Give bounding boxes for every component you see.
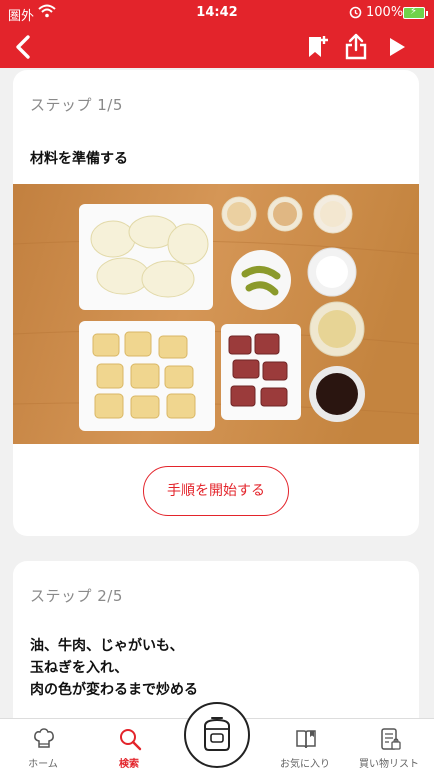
- step-instruction-line: 油、牛肉、じゃがいも、: [30, 638, 184, 654]
- play-icon[interactable]: [386, 34, 408, 60]
- step-instruction-line: 玉ねぎを入れ、: [30, 660, 129, 676]
- step-number-label: ステップ 1/5: [30, 96, 123, 114]
- share-icon[interactable]: [344, 33, 368, 61]
- step-instruction-line: 肉の色が変わるまで炒める: [30, 682, 198, 698]
- tab-label: 検索: [119, 759, 139, 770]
- tab-label: お気に入り: [280, 759, 330, 770]
- shopping-list-icon: [378, 727, 402, 751]
- tab-shopping-list[interactable]: 買い物リスト: [346, 719, 432, 773]
- bookmark-add-icon[interactable]: [306, 34, 330, 60]
- tab-label: 買い物リスト: [359, 759, 419, 770]
- battery-percent: 100%: [366, 5, 404, 20]
- tab-home[interactable]: ホーム: [0, 719, 86, 773]
- tab-label: ホーム: [28, 759, 58, 770]
- open-book-icon: [294, 727, 318, 751]
- alarm-icon: [349, 5, 362, 23]
- battery-icon: ⚡: [403, 6, 428, 19]
- step-title: 材料を準備する: [30, 151, 128, 167]
- chef-hat-icon: [32, 727, 56, 751]
- steps-scroll-area[interactable]: ステップ 1/5 材料を準備する 手順を開始する ステップ 2/5 油、牛肉、じ…: [0, 68, 434, 718]
- step-instruction: 油、牛肉、じゃがいも、 玉ねぎを入れ、 肉の色が変わるまで炒める: [30, 635, 198, 701]
- step-card-1: ステップ 1/5 材料を準備する 手順を開始する: [13, 70, 419, 536]
- step-card-2: ステップ 2/5 油、牛肉、じゃがいも、 玉ねぎを入れ、 肉の色が変わるまで炒め…: [13, 561, 419, 718]
- ingredients-photo: [13, 184, 419, 444]
- app-screen: 圏外 14:42 100% ⚡ ステップ 1/5 材料を準備する 手順を開始する…: [0, 0, 434, 773]
- pressure-cooker-button[interactable]: [184, 702, 250, 768]
- step-number-label: ステップ 2/5: [30, 587, 123, 605]
- search-icon: [118, 727, 142, 751]
- tab-favorites[interactable]: お気に入り: [262, 719, 348, 773]
- tab-search[interactable]: 検索: [86, 719, 172, 773]
- nav-bar: [0, 26, 434, 68]
- back-icon[interactable]: [10, 32, 38, 62]
- status-bar: 圏外 14:42 100% ⚡: [0, 0, 434, 26]
- start-steps-button[interactable]: 手順を開始する: [143, 466, 289, 516]
